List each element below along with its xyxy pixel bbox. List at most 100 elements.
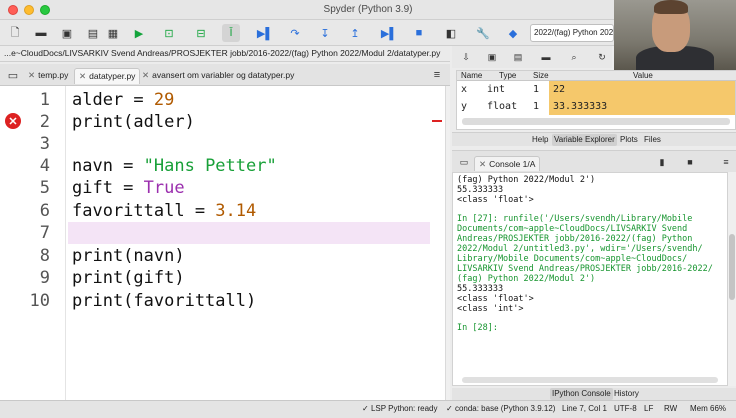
line-number: 3 bbox=[39, 134, 50, 154]
tab-help[interactable]: Help bbox=[530, 134, 550, 146]
working-directory-combo[interactable]: 2022/(fag) Python 2022 bbox=[530, 24, 614, 42]
step-over-icon[interactable]: ↷ bbox=[286, 24, 304, 42]
line-number: 4 bbox=[39, 156, 50, 176]
console-scroll-thumb[interactable] bbox=[729, 234, 735, 300]
code-string: "Hans Petter" bbox=[143, 156, 277, 176]
line-number: 9 bbox=[39, 268, 50, 288]
tab-plots[interactable]: Plots bbox=[618, 134, 640, 146]
tab-files[interactable]: Files bbox=[642, 134, 663, 146]
tab-history[interactable]: History bbox=[612, 388, 641, 400]
preferences-icon[interactable]: 🔧 bbox=[474, 24, 492, 42]
lsp-icon: ✓ bbox=[362, 404, 371, 413]
current-line-highlight bbox=[68, 222, 430, 244]
save-file-icon[interactable]: ▣ bbox=[58, 24, 76, 42]
console-scrollbar[interactable] bbox=[728, 172, 736, 386]
remove-variables-icon[interactable]: ▬ bbox=[540, 51, 552, 63]
line-number: 10 bbox=[29, 291, 50, 311]
console-line: (fag) Python 2022/Modul 2') bbox=[457, 175, 596, 185]
console-header: ▭ ✕ Console 1/A ▮ ■ ≡ bbox=[452, 150, 736, 172]
run-cell-icon[interactable]: ⊡ bbox=[160, 24, 178, 42]
console-line: 2022/Modul 2/untitled3.py', wdir='/Users… bbox=[457, 244, 703, 254]
code-line: gift = True bbox=[72, 177, 185, 199]
variable-name: y bbox=[461, 101, 468, 112]
close-tab-icon[interactable]: ✕ bbox=[479, 159, 486, 169]
conda-icon: ✓ bbox=[446, 404, 455, 413]
column-header[interactable]: Name bbox=[461, 71, 482, 80]
column-header[interactable]: Type bbox=[499, 71, 516, 80]
stop-debug-icon[interactable]: ■ bbox=[410, 24, 428, 42]
console-options-icon[interactable]: ≡ bbox=[720, 156, 732, 168]
console-line: <class 'float'> bbox=[457, 294, 534, 304]
presenter-hair bbox=[654, 0, 688, 14]
editor-file-path: ...e~CloudDocs/LIVSARKIV Svend Andreas/P… bbox=[0, 46, 450, 62]
run-selection-icon[interactable]: Ī bbox=[222, 24, 240, 42]
continue-icon[interactable]: ▶▌ bbox=[380, 24, 398, 42]
file-permissions: RW bbox=[664, 404, 678, 413]
save-data-as-icon[interactable]: ▤ bbox=[512, 51, 524, 63]
browse-consoles-icon[interactable]: ▭ bbox=[458, 156, 470, 168]
console-line: (fag) Python 2022/Modul 2') bbox=[457, 274, 596, 284]
column-header[interactable]: Value bbox=[633, 71, 653, 80]
preferences-small-icon[interactable]: ▦ bbox=[104, 24, 122, 42]
tab-console-1a[interactable]: ✕ Console 1/A bbox=[474, 156, 541, 171]
save-all-icon[interactable]: ▤ bbox=[84, 24, 102, 42]
close-tab-icon[interactable]: ✕ bbox=[79, 71, 86, 81]
code-editor[interactable]: ✕ 1 2 3 4 5 6 7 8 9 10 alder = 29 print(… bbox=[0, 86, 445, 400]
tab-avansert[interactable]: ✕ avansert om variabler og datatyper.py bbox=[138, 68, 298, 84]
console-prompt: In [27]: runfile('/Users/svendh/Library/… bbox=[457, 214, 693, 224]
tab-ipython-console[interactable]: IPython Console bbox=[550, 388, 613, 400]
variable-name: x bbox=[461, 84, 468, 95]
tab-variable-explorer[interactable]: Variable Explorer bbox=[552, 134, 617, 146]
code-number: 29 bbox=[153, 90, 175, 110]
code-line: favorittall = 3.14 bbox=[72, 200, 256, 222]
tab-temp[interactable]: ✕ temp.py bbox=[24, 68, 72, 84]
code-text: navn = bbox=[72, 156, 144, 176]
close-tab-icon[interactable]: ✕ bbox=[142, 70, 149, 80]
run-cell-advance-icon[interactable]: ⊟ bbox=[192, 24, 210, 42]
variable-table-scrollbar[interactable] bbox=[462, 118, 730, 125]
new-file-icon[interactable]: 🗋 bbox=[6, 24, 24, 42]
close-tab-icon[interactable]: ✕ bbox=[28, 70, 35, 80]
code-text: alder = bbox=[72, 90, 154, 110]
search-icon[interactable]: ⌕ bbox=[568, 51, 580, 63]
save-data-icon[interactable]: ▣ bbox=[486, 51, 498, 63]
browse-tabs-icon[interactable]: ▭ bbox=[4, 66, 22, 84]
line-number: 7 bbox=[39, 223, 50, 243]
variable-explorer-toolbar: ⇩ ▣ ▤ ▬ ⌕ ↻ bbox=[452, 46, 612, 68]
webcam-overlay bbox=[614, 0, 736, 70]
console-tab-bar: IPython Console History bbox=[452, 388, 736, 400]
line-number: 2 bbox=[39, 112, 50, 132]
pane-tab-bar: Help Variable Explorer Plots Files bbox=[452, 132, 736, 146]
code-line: print(navn) bbox=[72, 246, 185, 266]
error-icon[interactable]: ✕ bbox=[5, 113, 21, 129]
line-number: 6 bbox=[39, 201, 50, 221]
variable-value: 22 bbox=[549, 81, 735, 98]
clear-console-icon[interactable]: ■ bbox=[684, 156, 696, 168]
ipython-console[interactable]: (fag) Python 2022/Modul 2') 55.333333 <c… bbox=[452, 172, 728, 386]
maximize-pane-icon[interactable]: ◧ bbox=[442, 24, 460, 42]
run-file-icon[interactable]: ▶ bbox=[130, 24, 148, 42]
variable-type: int bbox=[487, 84, 506, 95]
console-line: <class 'int'> bbox=[457, 304, 524, 314]
variable-table-header: Name Type Size Value bbox=[457, 71, 736, 81]
stop-console-icon[interactable]: ▮ bbox=[656, 156, 668, 168]
editor-scrollbar[interactable] bbox=[445, 86, 450, 400]
debug-icon[interactable]: ▶▌ bbox=[256, 24, 274, 42]
table-row[interactable]: x int 1 22 bbox=[457, 81, 736, 98]
editor-tab-bar: ▭ ✕ temp.py ✕ datatyper.py ✕ avansert om va… bbox=[0, 64, 450, 86]
tab-datatyper[interactable]: ✕ datatyper.py bbox=[74, 68, 141, 84]
open-file-icon[interactable]: ▬ bbox=[32, 24, 50, 42]
options-menu-icon[interactable]: ≡ bbox=[428, 66, 446, 84]
python-path-icon[interactable]: ◆ bbox=[504, 24, 522, 42]
lsp-status: ✓ LSP Python: ready bbox=[362, 404, 438, 413]
step-into-icon[interactable]: ↧ bbox=[316, 24, 334, 42]
code-line: print(gift) bbox=[72, 268, 185, 288]
console-horizontal-scrollbar[interactable] bbox=[462, 377, 718, 383]
table-row[interactable]: y float 1 33.333333 bbox=[457, 98, 736, 115]
import-data-icon[interactable]: ⇩ bbox=[460, 51, 472, 63]
code-line: alder = 29 bbox=[72, 89, 174, 111]
code-keyword: True bbox=[143, 178, 185, 198]
refresh-icon[interactable]: ↻ bbox=[596, 51, 608, 63]
column-header[interactable]: Size bbox=[533, 71, 549, 80]
step-return-icon[interactable]: ↥ bbox=[346, 24, 364, 42]
